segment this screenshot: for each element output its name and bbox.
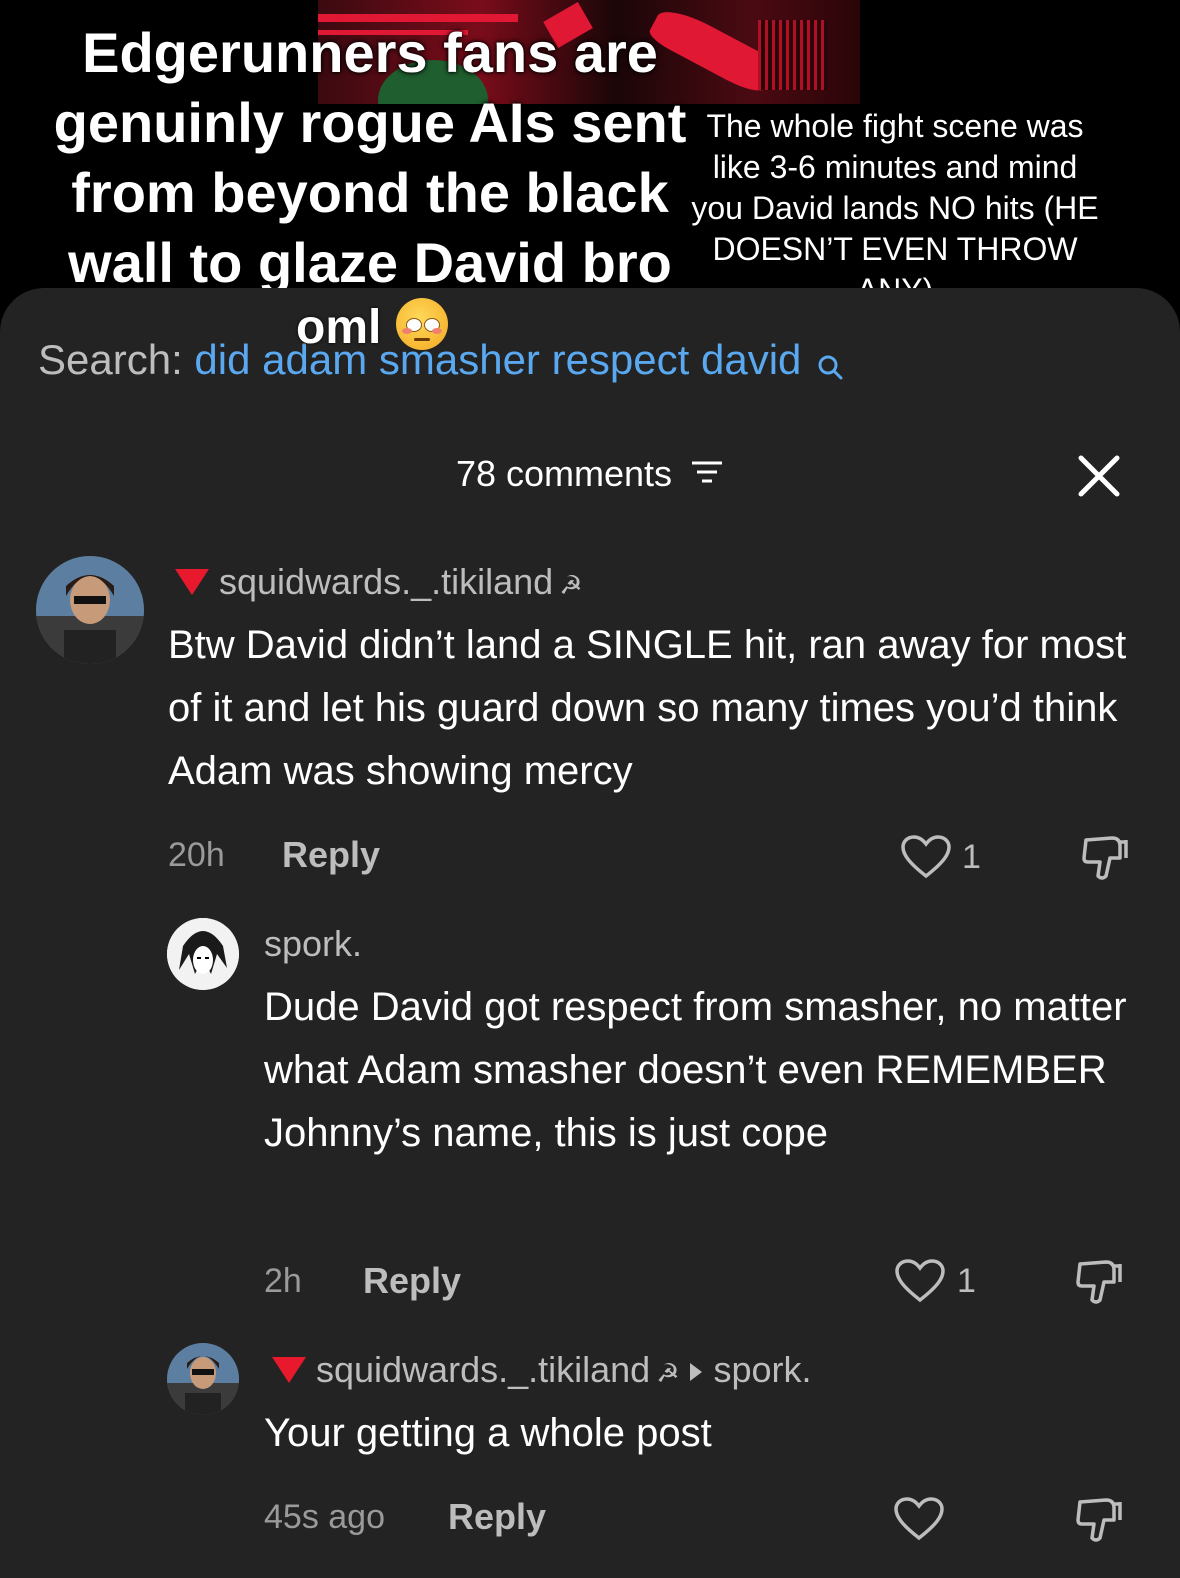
comments-count-header[interactable]: 78 comments	[0, 450, 1180, 498]
meme-caption-right: The whole fight scene was like 3-6 minut…	[691, 108, 1099, 308]
filter-icon[interactable]	[690, 450, 724, 498]
comment-timestamp: 2h	[264, 1262, 302, 1300]
comment-username[interactable]: spork.	[264, 922, 362, 966]
heart-icon[interactable]	[893, 1496, 945, 1547]
search-icon	[817, 340, 843, 392]
avatar[interactable]	[36, 556, 144, 664]
meme-caption-oml: oml	[296, 301, 382, 354]
hammer-sickle-icon: ☭	[656, 1358, 680, 1388]
heart-icon[interactable]	[894, 1258, 946, 1309]
comment-timestamp: 45s ago	[264, 1498, 385, 1536]
close-icon[interactable]	[1075, 452, 1123, 500]
comment-username[interactable]: squidwards._.tikiland ☭ spork.	[272, 1348, 812, 1395]
red-triangle-icon	[272, 1357, 306, 1384]
pleading-face-emoji	[396, 298, 448, 350]
comment-timestamp: 20h	[168, 836, 225, 874]
reply-button[interactable]: Reply	[448, 1496, 546, 1538]
reply-to-username[interactable]: spork.	[714, 1349, 812, 1390]
comment-text: Your getting a whole post	[264, 1411, 712, 1455]
like-count: 1	[957, 1262, 976, 1300]
hammer-sickle-icon: ☭	[559, 570, 583, 600]
reply-button[interactable]: Reply	[363, 1260, 461, 1302]
thumbs-down-icon[interactable]	[1080, 832, 1130, 889]
heart-icon[interactable]	[900, 834, 952, 885]
search-query-link[interactable]: did adam smasher respect david	[194, 336, 801, 383]
search-suggestion[interactable]: Search: did adam smasher respect david	[38, 334, 843, 392]
comment-text: Dude David got respect from smasher, no …	[264, 985, 1127, 1155]
comments-count: 78 comments	[455, 453, 673, 494]
meme-caption-left: Edgerunners fans are genuinly rogue AIs …	[53, 21, 687, 294]
reply-arrow-icon	[689, 1363, 702, 1382]
thumbs-down-icon[interactable]	[1074, 1494, 1124, 1551]
reply-button[interactable]: Reply	[282, 834, 380, 876]
like-count: 1	[962, 838, 981, 876]
search-label: Search:	[38, 336, 183, 383]
thumbs-down-icon[interactable]	[1074, 1256, 1124, 1313]
comment-text: Btw David didn’t land a SINGLE hit, ran …	[168, 623, 1127, 793]
red-triangle-icon	[175, 569, 209, 596]
avatar[interactable]	[167, 1343, 239, 1415]
avatar[interactable]	[167, 918, 239, 990]
comment-username[interactable]: squidwards._.tikiland ☭	[175, 560, 583, 607]
